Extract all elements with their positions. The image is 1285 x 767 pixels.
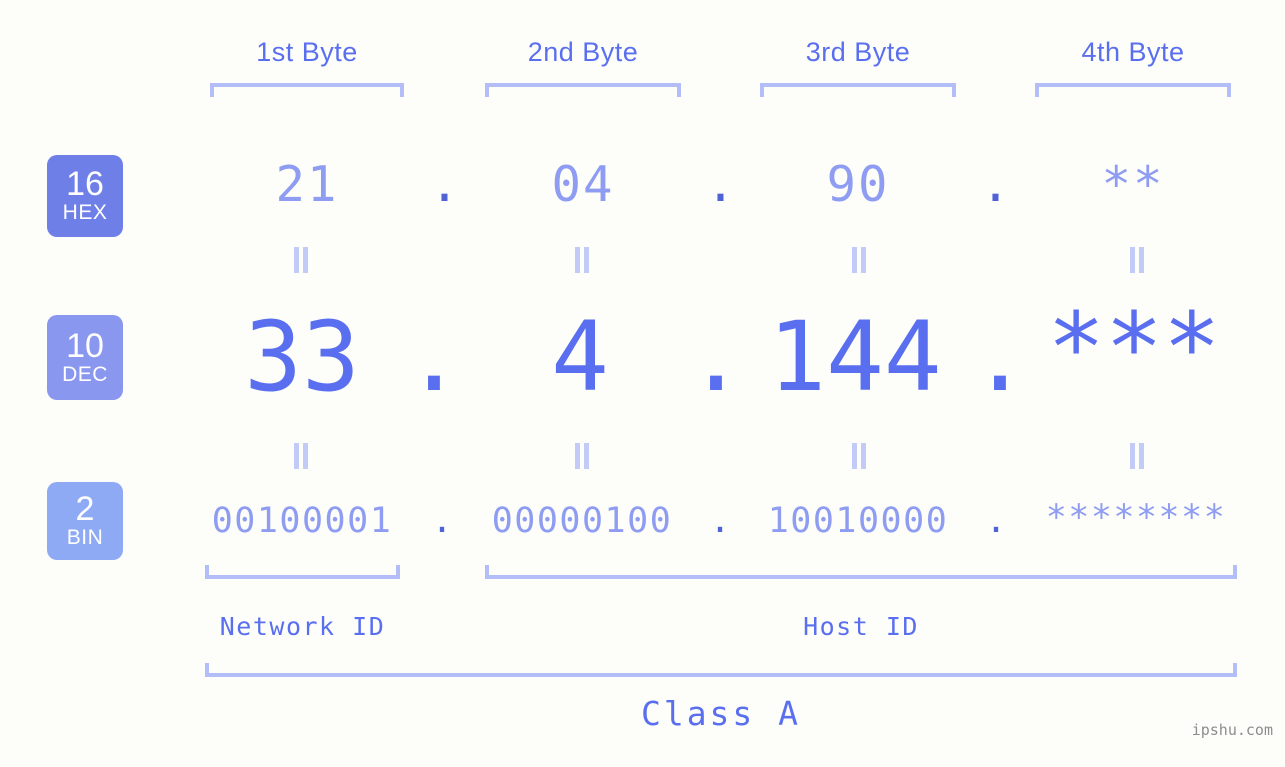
class-bracket	[205, 663, 1237, 677]
host-id-bracket	[485, 565, 1237, 579]
hex-byte-4: **	[1101, 156, 1165, 213]
equality-mark-hex-dec-1	[290, 247, 312, 273]
dec-separator-1: .	[405, 301, 463, 413]
base-badge-hex-number: 16	[66, 165, 104, 203]
dec-byte-1: 33	[244, 301, 360, 413]
equality-mark-dec-bin-1	[290, 443, 312, 469]
base-badge-hex: 16 HEX	[47, 155, 123, 237]
equality-mark-hex-dec-2	[571, 247, 593, 273]
equality-mark-hex-dec-3	[848, 247, 870, 273]
bin-byte-2: 00000100	[491, 501, 673, 541]
hex-byte-2: 04	[551, 156, 615, 213]
byte-header-4: 4th Byte	[1081, 37, 1185, 67]
bin-byte-1: 00100001	[211, 501, 393, 541]
base-badge-dec-name: DEC	[62, 362, 108, 386]
base-badge-bin: 2 BIN	[47, 482, 123, 560]
base-badge-bin-number: 2	[75, 490, 95, 528]
dec-byte-4: ***	[1047, 292, 1221, 404]
dec-separator-2: .	[687, 301, 745, 413]
bin-byte-3: 10010000	[767, 501, 949, 541]
hex-separator-2: .	[705, 156, 736, 213]
dec-byte-2: 4	[551, 301, 609, 413]
byte-header-1: 1st Byte	[256, 37, 358, 67]
class-label: Class A	[640, 694, 802, 733]
equality-mark-dec-bin-3	[848, 443, 870, 469]
dec-byte-3: 144	[768, 301, 942, 413]
byte-header-3: 3rd Byte	[805, 37, 911, 67]
bin-separator-1: .	[431, 501, 453, 541]
byte-bracket-1	[210, 83, 404, 97]
hex-separator-3: .	[980, 156, 1011, 213]
equality-mark-hex-dec-4	[1126, 247, 1148, 273]
base-badge-dec: 10 DEC	[47, 315, 123, 400]
host-id-label: Host ID	[803, 612, 919, 641]
base-badge-dec-number: 10	[66, 326, 104, 365]
hex-byte-1: 21	[275, 156, 339, 213]
byte-bracket-4	[1035, 83, 1231, 97]
network-id-bracket	[205, 565, 400, 579]
dec-separator-3: .	[971, 301, 1029, 413]
network-id-label: Network ID	[219, 612, 386, 641]
byte-header-2: 2nd Byte	[527, 37, 639, 67]
hex-byte-3: 90	[826, 156, 890, 213]
hex-separator-1: .	[429, 156, 460, 213]
base-badge-bin-name: BIN	[66, 526, 104, 549]
equality-mark-dec-bin-4	[1126, 443, 1148, 469]
base-badge-hex-name: HEX	[62, 201, 108, 224]
byte-bracket-3	[760, 83, 956, 97]
watermark: ipshu.com	[1191, 721, 1273, 739]
ip-address-breakdown-diagram: 1st Byte 2nd Byte 3rd Byte 4th Byte 16 H…	[0, 0, 1285, 767]
bin-separator-3: .	[985, 501, 1007, 541]
bin-separator-2: .	[709, 501, 731, 541]
bin-byte-4: ********	[1045, 498, 1227, 538]
equality-mark-dec-bin-2	[571, 443, 593, 469]
byte-bracket-2	[485, 83, 681, 97]
